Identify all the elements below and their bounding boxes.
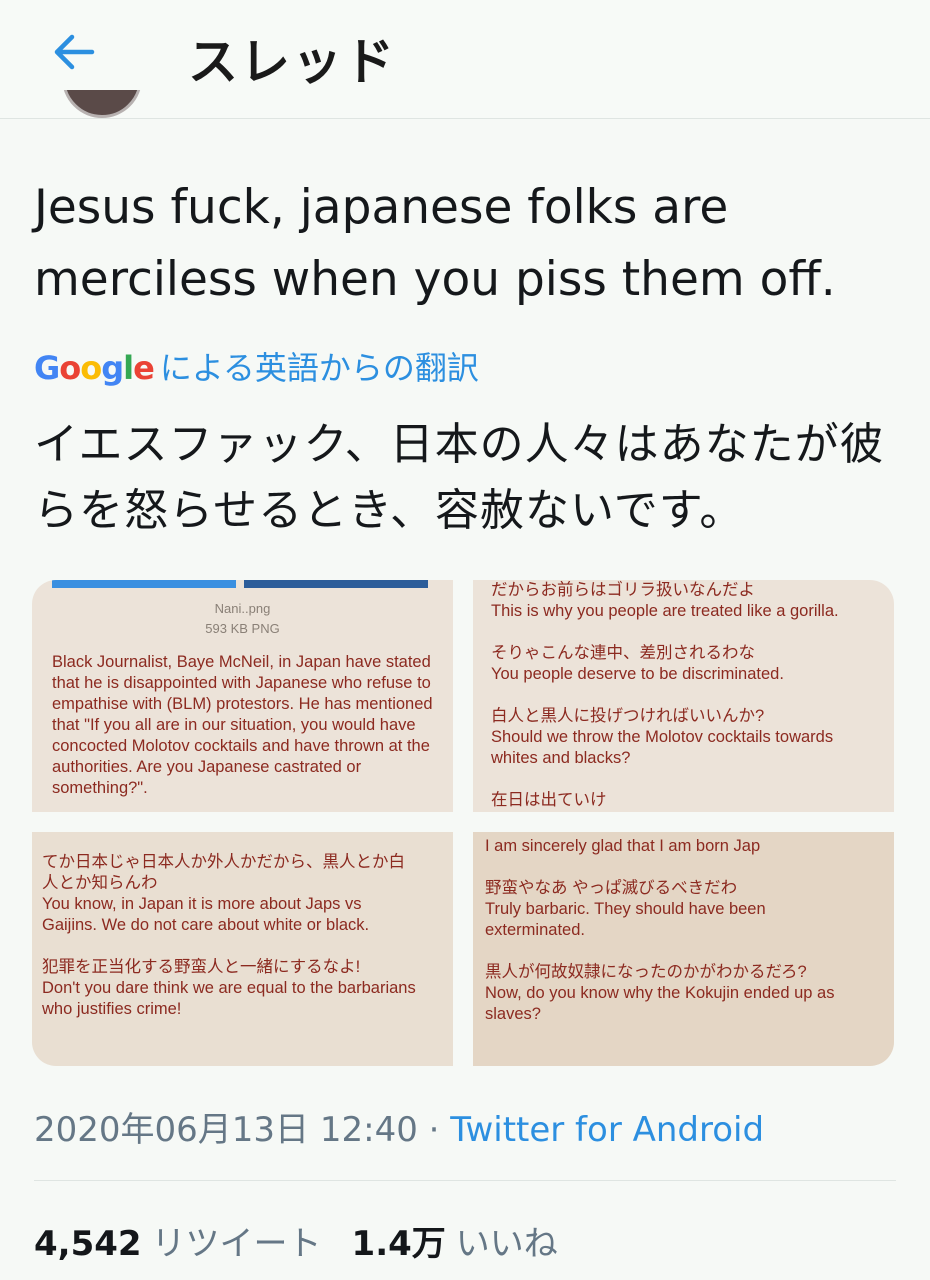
- tweet-text: Jesus fuck, japanese folks are merciless…: [34, 180, 836, 307]
- image-text-line: 白人と黒人に投げつければいいんか?: [491, 707, 765, 725]
- source-link[interactable]: Twitter for Android: [450, 1110, 764, 1150]
- blue-bar: [52, 580, 236, 588]
- media-image-2[interactable]: だからお前らはゴリラ扱いなんだよ This is why you people …: [473, 580, 894, 812]
- translation-label: による英語からの翻訳: [159, 349, 479, 387]
- like-label[interactable]: いいね: [456, 1224, 558, 1264]
- image-text-line: [485, 941, 880, 962]
- image-text-line: [491, 769, 886, 790]
- google-logo: Google: [34, 349, 155, 387]
- image-caption: Black Journalist, Baye McNeil, in Japan …: [52, 653, 433, 797]
- tweet-timestamp: 2020年06月13日 12:40 · Twitter for Android: [34, 1102, 764, 1151]
- arrow-left-icon: [54, 34, 95, 70]
- translation-attribution: Google による英語からの翻訳: [34, 343, 479, 389]
- image-text-line: exterminated.: [485, 921, 585, 939]
- translated-tweet-text: イエスファック、日本の人々はあなたが彼らを怒らせるとき、容赦ないです。: [34, 419, 885, 536]
- retweet-label[interactable]: リツイート: [152, 1224, 322, 1264]
- avatar[interactable]: [62, 90, 142, 130]
- image-text: てか日本じゃ日本人か外人かだから、黒人とか白 人とか知らんわ You know,…: [42, 852, 437, 1020]
- image-text-line: whites and blacks?: [491, 749, 631, 767]
- image-text-line: てか日本じゃ日本人か外人かだから、黒人とか白: [42, 853, 405, 871]
- image-text-line: Gaijins. We do not care about white or b…: [42, 916, 370, 934]
- image-text-line: You know, in Japan it is more about Japs…: [42, 895, 362, 913]
- image-text-line: You people deserve to be discriminated.: [491, 665, 784, 683]
- image-text-line: Don't you dare think we are equal to the…: [42, 979, 416, 997]
- like-count[interactable]: 1.4万: [352, 1224, 446, 1264]
- image-text-line: [491, 622, 886, 643]
- file-name: Nani..png: [214, 601, 271, 616]
- image-text-line: 人とか知らんわ: [42, 874, 158, 892]
- image-text-line-cut: 在日は出ていけ: [491, 791, 607, 809]
- image-text-line: Now, do you know why the Kokujin ended u…: [485, 984, 835, 1002]
- engagement-stats: 4,542 リツイート 1.4万 いいね: [34, 1216, 588, 1265]
- media-image-1[interactable]: Nani..png 593 KB PNG Black Journalist, B…: [32, 580, 453, 812]
- media-image-3[interactable]: てか日本じゃ日本人か外人かだから、黒人とか白 人とか知らんわ You know,…: [32, 832, 453, 1066]
- dark-blue-bar: [244, 580, 428, 588]
- image-text-line: This is why you people are treated like …: [491, 602, 839, 620]
- image-text-line: 黒人が何故奴隷になったのかがわかるだろ?: [485, 963, 807, 981]
- image-text-line: 野蛮やなあ やっぱ滅びるべきだわ: [485, 879, 738, 897]
- image-text-line: [491, 685, 886, 706]
- page-title: スレッド: [188, 33, 396, 91]
- separator: ·: [417, 1110, 451, 1150]
- top-app-bar: スレッド: [0, 0, 930, 119]
- image-text-line: Should we throw the Molotov cocktails to…: [491, 728, 834, 746]
- image-text-line: who justifies crime!: [42, 1000, 182, 1018]
- back-button[interactable]: [46, 28, 102, 76]
- timestamp-text: 2020年06月13日 12:40: [34, 1110, 418, 1150]
- image-text-line: そりゃこんな連中、差別されるわな: [491, 644, 755, 662]
- image-text-line: Truly barbaric. They should have been: [485, 900, 766, 918]
- media-grid: Nani..png 593 KB PNG Black Journalist, B…: [32, 580, 894, 1066]
- image-text: I am sincerely glad that I am born Jap 野…: [485, 836, 880, 1025]
- divider: [34, 1180, 896, 1181]
- image-text-line: [485, 857, 880, 878]
- media-image-4[interactable]: I am sincerely glad that I am born Jap 野…: [473, 832, 894, 1066]
- image-text-line: だからお前らはゴリラ扱いなんだよ: [491, 581, 755, 599]
- retweet-count[interactable]: 4,542: [34, 1224, 142, 1264]
- file-size: 593 KB PNG: [205, 621, 280, 636]
- image-text-line: slaves?: [485, 1005, 541, 1023]
- image-text-line: [42, 936, 437, 957]
- image-text: だからお前らはゴリラ扱いなんだよ This is why you people …: [491, 580, 886, 811]
- image-text-line: 犯罪を正当化する野蛮人と一緒にするなよ!: [42, 958, 361, 976]
- image-text-line: I am sincerely glad that I am born Jap: [485, 837, 761, 855]
